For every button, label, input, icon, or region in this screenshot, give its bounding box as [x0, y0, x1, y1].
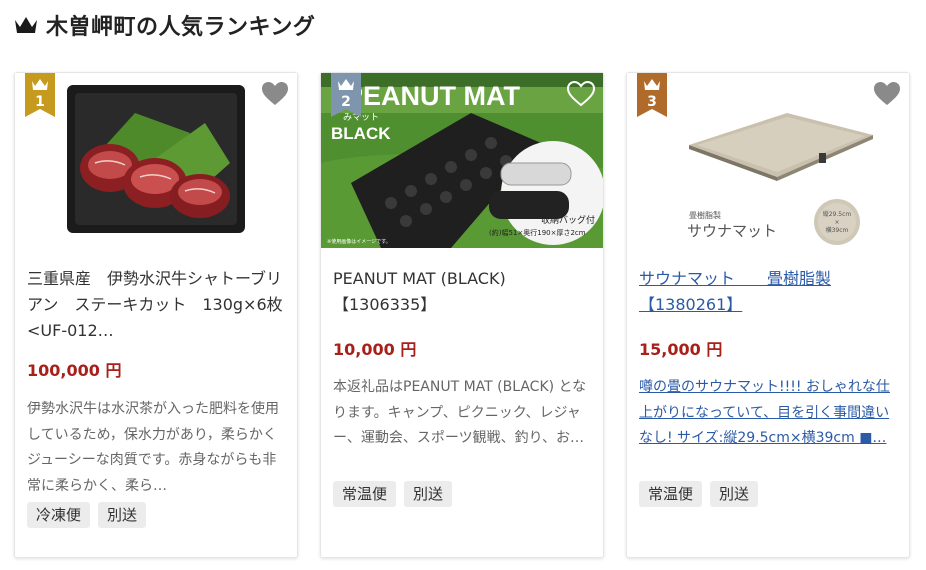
product-description: 伊勢水沢牛は水沢茶が入った肥料を使用しているため，保水力があり，柔らかくジューシ…: [27, 401, 279, 494]
tag-shipping: 常温便: [639, 481, 703, 507]
heart-icon[interactable]: [873, 81, 901, 107]
rank-number: 2: [341, 94, 351, 110]
page-title: 木曽岬町の人気ランキング: [46, 15, 316, 40]
ranking-card-3[interactable]: 3 畳樹脂製 サウナマット 縦29.5cm × 横39cm サウナマット 畳樹脂…: [626, 72, 910, 558]
tag-separate: 別送: [404, 481, 453, 507]
image-note: ※使用画像はイメージです。: [327, 238, 391, 245]
rank-number: 1: [35, 94, 45, 110]
tag-list: 常温便 別送: [639, 481, 759, 507]
product-image-peanut-mat[interactable]: 収納バッグ付 (約)幅51×奥行190×厚さ2cm PEANUT MAT みマッ…: [321, 73, 603, 248]
product-image-sauna-mat[interactable]: 畳樹脂製 サウナマット 縦29.5cm × 横39cm: [627, 73, 909, 248]
rank-badge-gold: 1: [25, 73, 55, 117]
heart-icon[interactable]: [261, 81, 289, 107]
rank-badge-bronze: 3: [637, 73, 667, 117]
size-bot: 横39cm: [826, 226, 849, 234]
product-name-link[interactable]: サウナマット 畳樹脂製【1380261】: [639, 266, 901, 318]
size-top: 縦29.5cm: [823, 210, 852, 218]
crown-icon: [15, 17, 37, 33]
ranking-card-1[interactable]: 1 三重県産 伊勢水沢牛シャトーブリアン ステーキカット 130g×6枚<UF-…: [14, 72, 298, 558]
size-label: (約)幅51×奥行190×厚さ2cm: [489, 228, 586, 237]
product-price: 10,000 円: [333, 340, 417, 359]
rank-badge-silver: 2: [331, 73, 361, 117]
image-label-product: サウナマット: [687, 222, 777, 240]
image-label-material: 畳樹脂製: [689, 210, 721, 220]
heart-icon[interactable]: [567, 81, 595, 107]
tag-list: 冷凍便 別送: [27, 502, 147, 528]
rank-number: 3: [647, 94, 657, 110]
product-image-beef[interactable]: [15, 73, 297, 248]
product-price: 100,000 円: [27, 361, 122, 380]
tag-shipping: 常温便: [333, 481, 397, 507]
brand-text: PEANUT MAT: [345, 81, 520, 111]
product-description: 本返礼品はPEANUT MAT (BLACK) となります。キャンプ、ピクニック…: [333, 379, 587, 446]
tag-shipping: 冷凍便: [27, 502, 91, 528]
product-name[interactable]: PEANUT MAT (BLACK)【1306335】: [333, 266, 595, 318]
size-mid: ×: [834, 219, 839, 226]
tag-separate: 別送: [98, 502, 147, 528]
bag-label: 収納バッグ付: [541, 214, 595, 226]
product-description-link[interactable]: 噂の畳のサウナマット!!!! おしゃれな仕上がりになっていて、目を引く事間違いな…: [639, 375, 901, 452]
tag-separate: 別送: [710, 481, 759, 507]
product-price: 15,000 円: [639, 340, 723, 359]
color-text: BLACK: [331, 124, 391, 143]
tag-list: 常温便 別送: [333, 481, 453, 507]
product-name[interactable]: 三重県産 伊勢水沢牛シャトーブリアン ステーキカット 130g×6枚<UF-01…: [27, 266, 289, 344]
ranking-card-2[interactable]: 2 収納バッグ付 (約)幅51×奥行190×厚さ2cm PEANUT MAT み…: [320, 72, 604, 558]
ranking-header: 木曽岬町の人気ランキング: [14, 8, 315, 42]
